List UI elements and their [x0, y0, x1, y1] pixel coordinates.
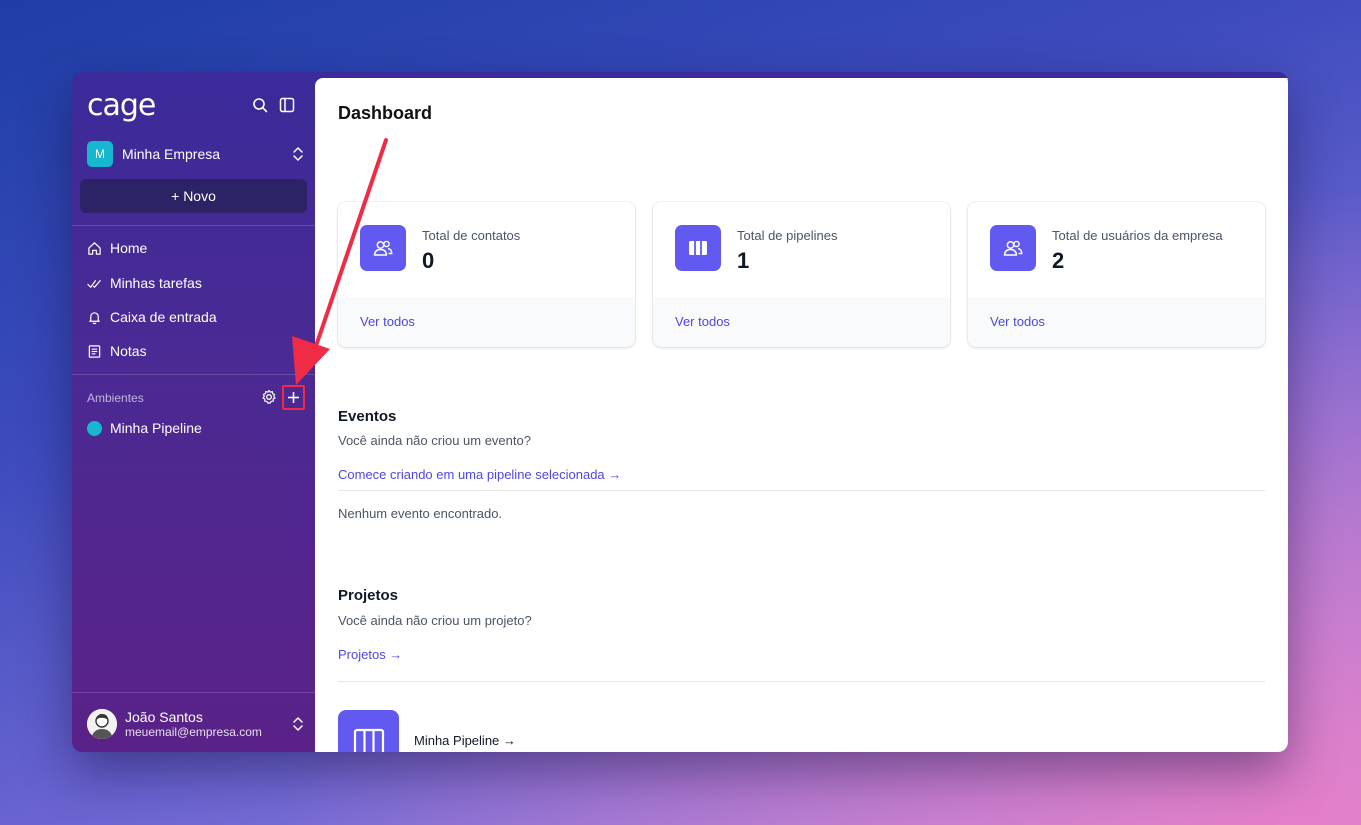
sidebar-toggle-icon[interactable] [279, 97, 295, 113]
stat-card-contacts: Total de contatos 0 Ver todos [338, 202, 635, 347]
projects-subtitle: Você ainda não criou um projeto? [338, 613, 532, 628]
divider [338, 681, 1265, 682]
section-label-ambientes: Ambientes [87, 391, 144, 405]
pipeline-label: Minha Pipeline [110, 420, 202, 436]
projects-link[interactable]: Projetos → [338, 647, 402, 662]
card-value: 2 [1052, 248, 1065, 273]
card-value: 0 [422, 248, 435, 273]
add-environment-button[interactable] [282, 385, 305, 410]
gear-icon[interactable] [261, 389, 277, 405]
page-title: Dashboard [338, 103, 433, 123]
check-icon [87, 279, 101, 288]
company-avatar: M [87, 141, 113, 167]
card-footer: Ver todos [338, 297, 635, 347]
card-footer: Ver todos [653, 297, 950, 347]
nav-item-notes[interactable]: Notas [87, 339, 147, 363]
events-empty-text: Nenhum evento encontrado. [338, 506, 503, 521]
plus-icon [288, 392, 299, 403]
projects-heading: Projetos [338, 587, 399, 604]
user-email: meuemail@empresa.com [125, 725, 262, 739]
stat-card-users: Total de usuários da empresa 2 Ver todos [968, 202, 1265, 347]
home-icon [88, 241, 101, 255]
app-window: cage M Minha Empresa + Novo Home Minhas … [72, 72, 1288, 752]
card-value: 1 [737, 248, 750, 273]
app-logo: cage [87, 88, 156, 123]
sidebar-item-minha-pipeline[interactable]: Minha Pipeline [87, 418, 202, 438]
divider [72, 374, 315, 375]
columns-icon [675, 225, 721, 271]
search-icon[interactable] [252, 97, 268, 113]
nav-item-inbox[interactable]: Caixa de entrada [87, 305, 217, 329]
view-all-link[interactable]: Ver todos [360, 314, 415, 329]
card-footer: Ver todos [968, 297, 1265, 347]
nav-item-label: Notas [110, 343, 147, 359]
events-heading: Eventos [338, 408, 397, 425]
user-menu[interactable]: João Santos meuemail@empresa.com [87, 707, 305, 741]
view-all-link[interactable]: Ver todos [990, 314, 1045, 329]
company-switcher[interactable]: M Minha Empresa [87, 140, 305, 168]
nav-item-home[interactable]: Home [87, 236, 147, 260]
view-all-link[interactable]: Ver todos [675, 314, 730, 329]
nav-item-label: Home [110, 240, 148, 256]
project-link[interactable]: Minha Pipeline → [414, 733, 516, 748]
main-content: Dashboard Total de contatos 0 Ver todos [315, 78, 1288, 752]
sidebar: cage M Minha Empresa + Novo Home Minhas … [72, 72, 315, 752]
nav-item-label: Minhas tarefas [110, 275, 202, 291]
divider [72, 225, 315, 226]
columns-icon[interactable] [338, 710, 399, 752]
pipeline-color-dot [87, 420, 102, 436]
new-button[interactable]: + Novo [80, 179, 307, 213]
users-icon [360, 225, 406, 271]
events-create-link[interactable]: Comece criando em uma pipeline seleciona… [338, 467, 621, 482]
card-label: Total de usuários da empresa [1052, 228, 1223, 243]
user-name: João Santos [125, 709, 203, 725]
users-icon [990, 225, 1036, 271]
events-subtitle: Você ainda não criou um evento? [338, 433, 531, 448]
nav-item-tasks[interactable]: Minhas tarefas [87, 271, 202, 295]
nav-item-label: Caixa de entrada [110, 309, 217, 325]
chevron-up-down-icon [293, 147, 303, 161]
avatar [87, 709, 117, 739]
divider [72, 692, 315, 693]
stat-card-pipelines: Total de pipelines 1 Ver todos [653, 202, 950, 347]
divider [338, 490, 1265, 491]
chevron-up-down-icon [293, 717, 303, 731]
card-label: Total de pipelines [737, 228, 838, 243]
company-name: Minha Empresa [122, 146, 221, 162]
card-label: Total de contatos [422, 228, 521, 243]
notes-icon [88, 344, 101, 358]
bell-icon [89, 311, 100, 324]
